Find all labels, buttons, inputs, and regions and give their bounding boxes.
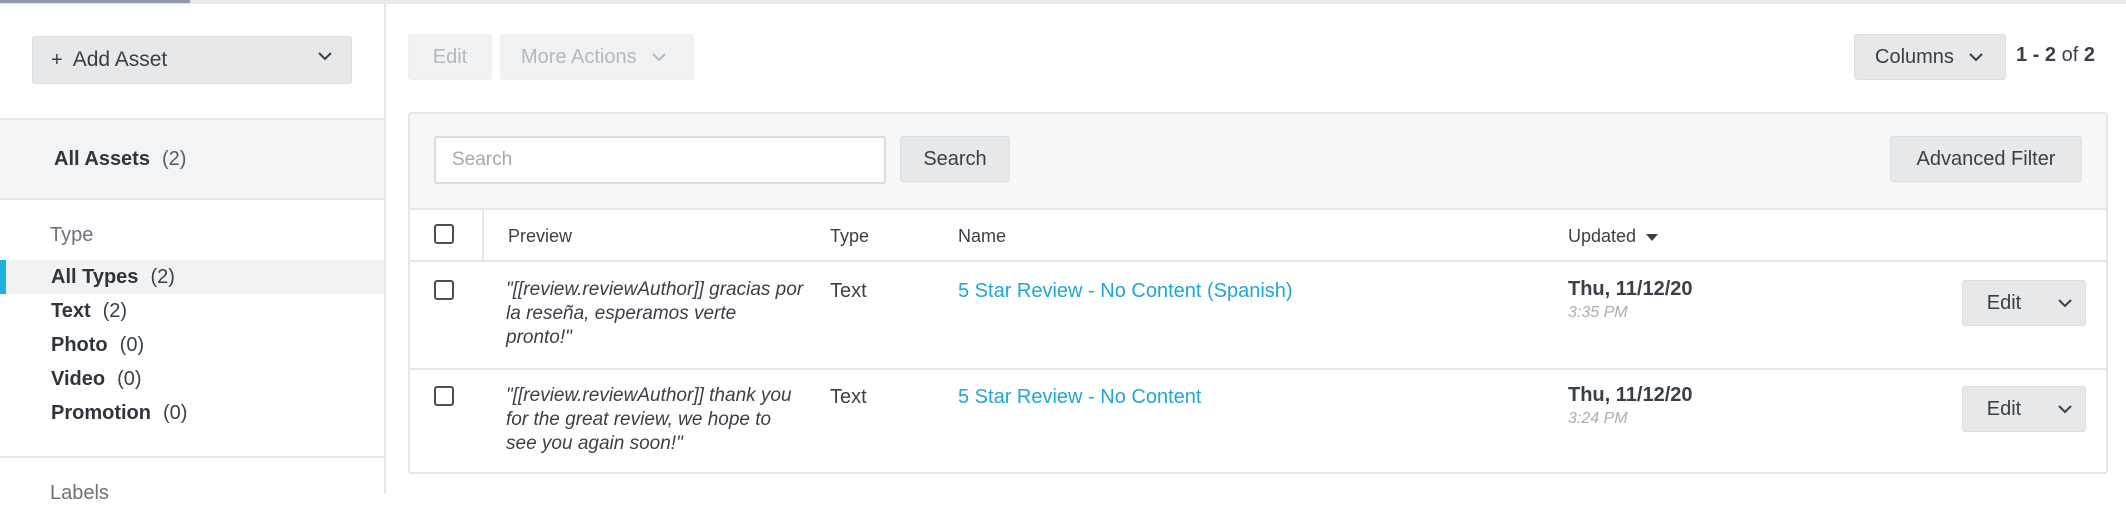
all-assets-item[interactable]: All Assets (2) bbox=[0, 118, 384, 200]
type-filter-video[interactable]: Video (0) bbox=[0, 362, 384, 396]
search-input[interactable] bbox=[434, 136, 886, 184]
row-actions-chevron-down-icon[interactable] bbox=[2045, 298, 2085, 308]
pagination-summary: 1 - 2 of 2 bbox=[2016, 44, 2095, 67]
type-filter-count: (2) bbox=[150, 265, 175, 288]
column-header-preview[interactable]: Preview bbox=[508, 226, 572, 247]
all-assets-label: All Assets bbox=[54, 147, 150, 170]
active-tab-indicator bbox=[0, 0, 190, 3]
column-header-updated-label: Updated bbox=[1568, 226, 1637, 246]
search-bar: Search Advanced Filter bbox=[410, 114, 2106, 210]
chevron-down-icon bbox=[651, 52, 667, 62]
columns-button[interactable]: Columns bbox=[1854, 34, 2006, 80]
sidebar-divider bbox=[0, 456, 384, 458]
type-filter-text[interactable]: Text (2) bbox=[0, 294, 384, 328]
column-header-name[interactable]: Name bbox=[958, 226, 1006, 247]
type-filter-label: Photo bbox=[51, 333, 108, 356]
type-filter-all-types[interactable]: All Types (2) bbox=[0, 260, 384, 294]
asset-name-link[interactable]: 5 Star Review - No Content bbox=[958, 386, 1201, 409]
more-actions-label: More Actions bbox=[521, 45, 637, 68]
row-edit-button[interactable]: Edit bbox=[1963, 398, 2045, 421]
pagination-of: of bbox=[2061, 44, 2079, 66]
type-filter-count: (0) bbox=[163, 401, 188, 424]
row-edit-split-button: Edit bbox=[1962, 386, 2086, 432]
add-asset-label: Add Asset bbox=[72, 48, 168, 71]
asset-type: Text bbox=[830, 386, 867, 408]
search-button[interactable]: Search bbox=[900, 136, 1010, 182]
table-row: "[[review.reviewAuthor]] thank you for t… bbox=[410, 370, 2106, 476]
updated-date: Thu, 11/12/20 bbox=[1568, 278, 1693, 300]
columns-label: Columns bbox=[1875, 45, 1954, 68]
type-filter-photo[interactable]: Photo (0) bbox=[0, 328, 384, 362]
edit-button[interactable]: Edit bbox=[408, 34, 492, 80]
select-all-cell bbox=[410, 210, 484, 260]
row-edit-split-button: Edit bbox=[1962, 280, 2086, 326]
asset-type: Text bbox=[830, 280, 867, 302]
select-all-checkbox[interactable] bbox=[434, 224, 454, 244]
updated-time: 3:35 PM bbox=[1568, 304, 1628, 321]
pagination-total: 2 bbox=[2083, 44, 2095, 66]
type-filter-list: All Types (2) Text (2) Photo (0) Video (… bbox=[0, 260, 384, 430]
sort-descending-icon bbox=[1646, 233, 1659, 241]
type-filter-count: (0) bbox=[117, 367, 142, 390]
updated-date: Thu, 11/12/20 bbox=[1568, 384, 1693, 406]
type-filter-promotion[interactable]: Promotion (0) bbox=[0, 396, 384, 430]
add-asset-button[interactable]: + Add Asset bbox=[32, 36, 352, 84]
plus-icon: + bbox=[51, 48, 63, 71]
asset-name-link[interactable]: 5 Star Review - No Content (Spanish) bbox=[958, 280, 1293, 303]
column-header-type[interactable]: Type bbox=[830, 226, 869, 247]
row-checkbox[interactable] bbox=[434, 280, 454, 300]
asset-preview: "[[review.reviewAuthor]] thank you for t… bbox=[506, 385, 792, 454]
type-filter-count: (0) bbox=[119, 333, 145, 356]
column-header-updated[interactable]: Updated bbox=[1568, 226, 1659, 247]
row-actions-chevron-down-icon[interactable] bbox=[2045, 404, 2085, 414]
chevron-down-icon bbox=[1968, 52, 1984, 62]
all-assets-count: (2) bbox=[161, 147, 187, 170]
more-actions-button[interactable]: More Actions bbox=[500, 34, 694, 80]
type-filter-label: Promotion bbox=[51, 401, 151, 424]
type-filter-count: (2) bbox=[102, 299, 128, 322]
advanced-filter-button[interactable]: Advanced Filter bbox=[1890, 136, 2082, 182]
type-filter-label: All Types bbox=[51, 265, 139, 288]
row-edit-button[interactable]: Edit bbox=[1963, 292, 2045, 315]
table-header: Preview Type Name Updated bbox=[410, 210, 2106, 262]
type-filter-label: Text bbox=[51, 299, 91, 322]
sidebar: + Add Asset All Assets (2) Type All Type… bbox=[0, 4, 386, 504]
row-checkbox[interactable] bbox=[434, 386, 454, 406]
pagination-range: 1 - 2 bbox=[2016, 44, 2057, 66]
table-row: "[[review.reviewAuthor]] gracias por la … bbox=[410, 264, 2106, 370]
assets-panel: Search Advanced Filter Preview Type Name… bbox=[408, 112, 2108, 474]
type-filter-heading: Type bbox=[50, 224, 94, 246]
updated-time: 3:24 PM bbox=[1568, 410, 1628, 427]
asset-preview: "[[review.reviewAuthor]] gracias por la … bbox=[506, 279, 804, 348]
chevron-down-icon bbox=[317, 51, 333, 61]
type-filter-label: Video bbox=[51, 367, 106, 390]
